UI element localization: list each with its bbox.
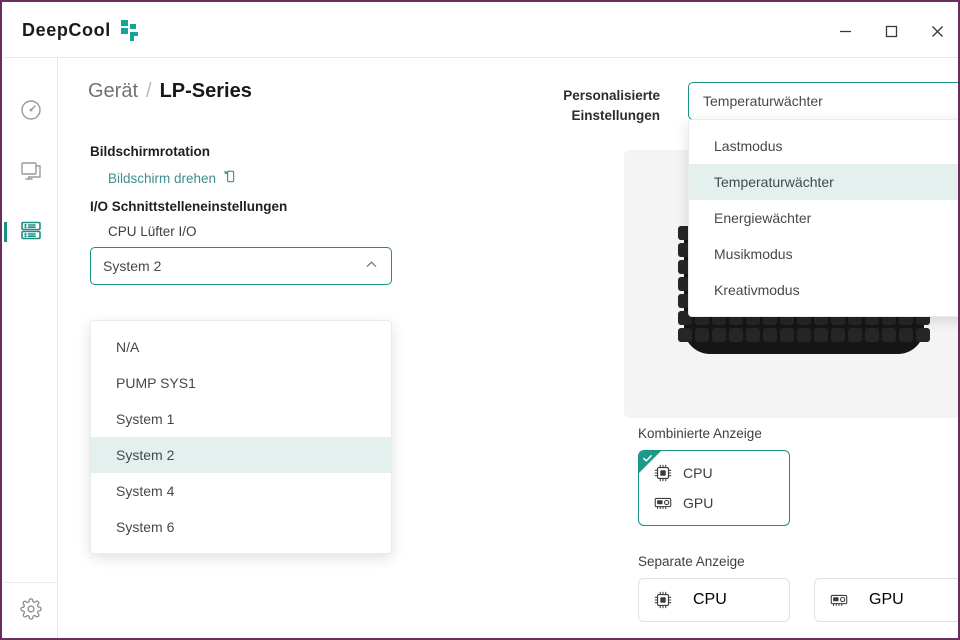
breadcrumb: Gerät / LP-Series [88,80,252,103]
device-list-icon [19,218,43,247]
combined-gpu-row[interactable]: GPU [653,493,775,513]
cpu-fan-io-label: CPU Lüfter I/O [108,224,197,239]
separate-display-cards: CPU GPU [638,578,958,622]
cpu-fan-io-option[interactable]: System 1 [91,401,391,437]
rotate-screen-link-label: Bildschirm drehen [108,170,217,186]
led-cell [797,328,811,342]
breadcrumb-root[interactable]: Gerät [88,80,138,103]
separate-display-group: Separate Anzeige CPU GPU [638,554,958,622]
combined-display-group: Kombinierte Anzeige CPU GPU [638,426,958,526]
led-cell [695,328,709,342]
led-cell [865,328,879,342]
rotate-screen-link[interactable]: Bildschirm drehen [108,169,236,187]
sidebar-item-device[interactable] [4,202,58,262]
personalized-settings-label-line1: Personalisierte [563,88,660,103]
mode-select-dropdown[interactable]: Lastmodus Temperaturwächter Energiewächter… [688,119,958,317]
separate-gpu-label: GPU [869,591,904,608]
personalized-settings-label: Personalisierte Einstellungen [530,86,660,125]
combined-cpu-label: CPU [683,465,713,481]
check-icon [642,453,653,467]
led-cell [882,328,896,342]
led-cell [848,328,862,342]
breadcrumb-current: LP-Series [159,80,252,102]
left-settings-column: Bildschirmrotation Bildschirm drehen I/O… [90,144,450,554]
mode-select-option[interactable]: Musikmodus [689,236,958,272]
mode-select-option[interactable]: Temperaturwächter [689,164,958,200]
deepcool-mark-icon [119,19,141,43]
cpu-fan-io-option[interactable]: PUMP SYS1 [91,365,391,401]
mode-select-option[interactable]: Lastmodus [689,128,958,164]
separate-cpu-card[interactable]: CPU [638,578,790,622]
mode-select-option[interactable]: Energiewächter [689,200,958,236]
io-settings-title: I/O Schnittstelleneinstellungen [90,199,288,214]
minimize-button[interactable] [822,4,868,58]
main-content: Gerät / LP-Series Bildschirmrotation Bil… [58,58,958,638]
led-cell [899,328,913,342]
led-cell [814,328,828,342]
dashboard-gauge-icon [19,98,43,127]
right-settings-column: Personalisierte Einstellungen Temperatur… [504,58,958,638]
gpu-card-icon [653,493,673,513]
separate-display-label: Separate Anzeige [638,554,745,569]
mode-select[interactable]: Temperaturwächter [688,82,958,120]
sidebar [4,58,58,638]
separate-cpu-label: CPU [693,591,727,608]
brand-logo: DeepCool [22,19,141,43]
combined-display-card[interactable]: CPU GPU [638,450,790,526]
app-window: DeepCool Gerät / LP-Series Bildschirmrot… [0,0,960,640]
cpu-fan-io-option[interactable]: N/A [91,329,391,365]
cpu-fan-io-select[interactable]: System 2 [90,247,392,285]
combined-cpu-row[interactable]: CPU [653,463,775,483]
led-cell [678,328,692,342]
gear-icon [20,598,42,625]
chevron-up-icon [956,92,958,110]
screen-rotation-title: Bildschirmrotation [90,144,211,159]
close-button[interactable] [914,4,958,58]
sidebar-item-monitor[interactable] [4,142,58,202]
cpu-fan-io-option[interactable]: System 2 [91,437,391,473]
combined-display-label: Kombinierte Anzeige [638,426,762,441]
title-bar: DeepCool [4,4,958,58]
led-cell [916,328,930,342]
cpu-chip-icon [653,590,673,610]
cpu-fan-io-dropdown[interactable]: N/A PUMP SYS1 System 1 System 2 System 4 Syst… [90,320,392,554]
cpu-fan-io-option[interactable]: System 4 [91,473,391,509]
monitor-icon [19,158,43,187]
chevron-up-icon [364,257,379,275]
maximize-button[interactable] [868,4,914,58]
combined-gpu-label: GPU [683,495,714,511]
sidebar-item-dashboard[interactable] [4,82,58,142]
cpu-fan-io-option[interactable]: System 6 [91,509,391,545]
mode-select-value: Temperaturwächter [703,93,823,109]
gpu-card-icon [829,590,849,610]
window-controls [822,4,958,58]
led-cell [729,328,743,342]
rotate-screen-icon [221,169,236,187]
mode-select-option[interactable]: Kreativmodus [689,272,958,308]
led-cell [712,328,726,342]
led-cell [780,328,794,342]
sidebar-item-settings[interactable] [4,582,58,638]
personalized-settings-label-line2: Einstellungen [571,107,660,123]
brand-name: DeepCool [22,20,111,40]
breadcrumb-separator: / [146,80,152,102]
led-cell [831,328,845,342]
led-cell [763,328,777,342]
separate-gpu-card[interactable]: GPU [814,578,958,622]
cpu-fan-io-value: System 2 [103,258,162,274]
led-cell [746,328,760,342]
